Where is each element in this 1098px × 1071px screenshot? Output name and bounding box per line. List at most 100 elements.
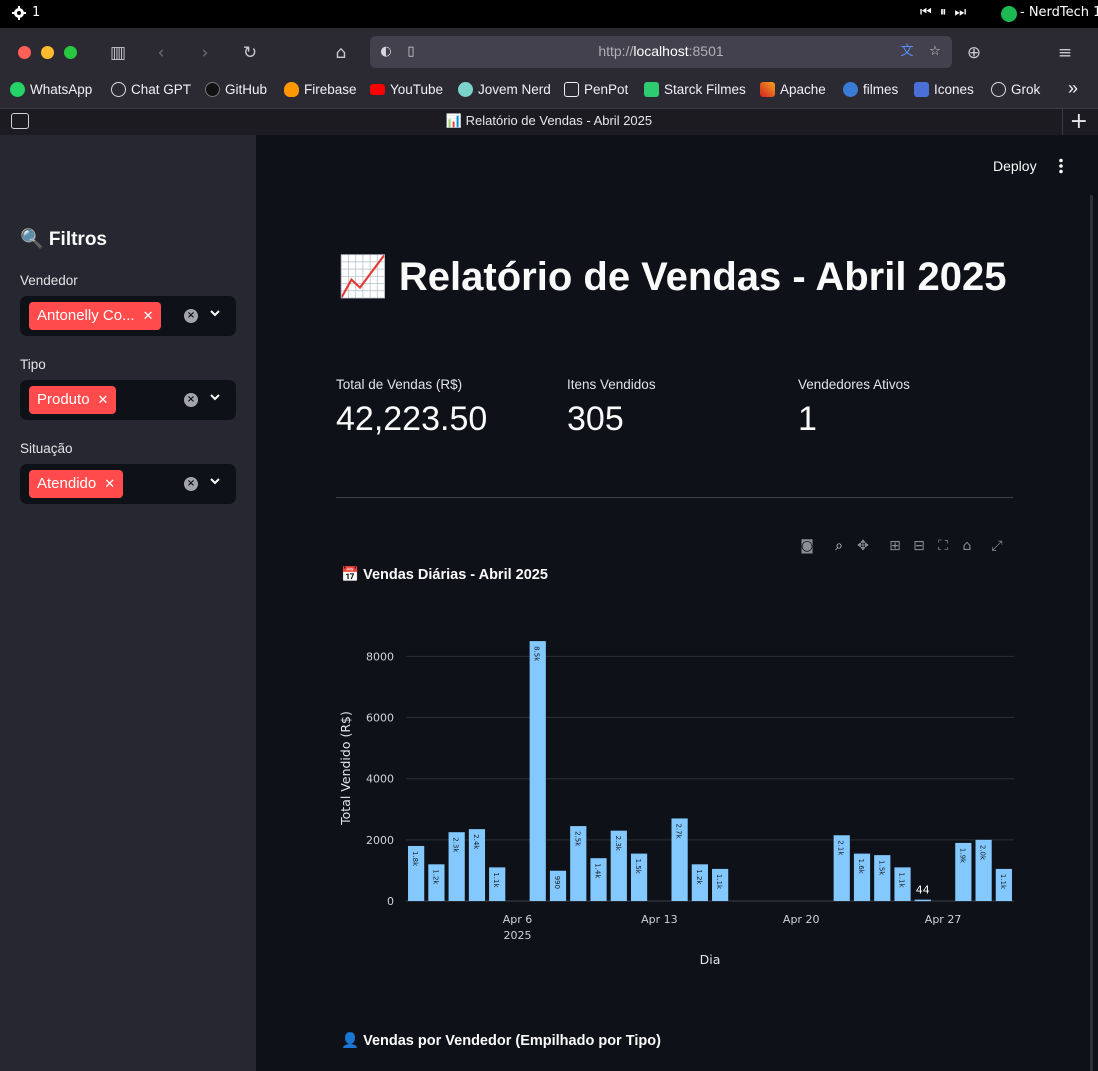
address-bar[interactable]: ◐ ▯ http://localhost:8501 文 ☆: [370, 36, 952, 68]
vendedor-chip[interactable]: Antonelly Co... ✕: [29, 302, 162, 330]
page-title: 📈 Relatório de Vendas - Abril 2025: [338, 255, 1007, 299]
metric-label: Total de Vendas (R$): [336, 377, 463, 392]
bookmark-starck-filmes[interactable]: Starck Filmes: [644, 82, 746, 97]
autoscale-icon[interactable]: ⛶: [935, 538, 951, 554]
sidebar: 🔍 Filtros Vendedor Antonelly Co... ✕ × Ti…: [0, 135, 256, 1071]
metric-value: 305: [567, 400, 624, 438]
situacao-multiselect[interactable]: Atendido ✕ ×: [20, 464, 236, 504]
clear-icon[interactable]: ×: [184, 393, 198, 407]
starck-filmes-icon: [644, 82, 659, 97]
clear-icon[interactable]: ×: [184, 477, 198, 491]
reset-axes-icon[interactable]: ⌂: [959, 538, 975, 554]
vendedor-multiselect[interactable]: Antonelly Co... ✕ ×: [20, 296, 236, 336]
bar-data-label: 1.4k: [594, 863, 602, 879]
camera-icon[interactable]: ◙: [799, 538, 815, 554]
star-icon[interactable]: ☆: [926, 43, 944, 61]
spotify-icon[interactable]: [1001, 6, 1017, 22]
situacao-chip[interactable]: Atendido ✕: [29, 470, 124, 498]
downloads-icon[interactable]: ⊕: [961, 40, 987, 66]
jovem-nerd-icon: [458, 82, 473, 97]
y-axis-label: Total Vendido (R$): [338, 711, 353, 826]
bookmarks-overflow-button[interactable]: »: [1068, 78, 1078, 99]
maximize-window-button[interactable]: [64, 46, 77, 59]
more-options-icon[interactable]: [1057, 158, 1065, 174]
youtube-icon: [370, 84, 385, 95]
metric-total-vendas: Total de Vendas (R$) 42,223.50: [336, 377, 487, 439]
bookmark-icones[interactable]: Icones: [914, 82, 974, 97]
bar-data-label: 2.5k: [573, 831, 581, 847]
firebase-icon: [284, 82, 299, 97]
zoom-in-icon[interactable]: ⊞: [887, 538, 903, 554]
bar-data-label: 1.1k: [898, 872, 906, 888]
remove-chip-icon[interactable]: ✕: [98, 392, 109, 407]
new-tab-button[interactable]: +: [1070, 109, 1088, 134]
fullscreen-icon[interactable]: ⤢: [989, 538, 1005, 554]
scrollbar[interactable]: [1090, 195, 1093, 1071]
home-button[interactable]: ⌂: [328, 40, 354, 66]
bookmark-chatgpt[interactable]: Chat GPT: [111, 82, 191, 97]
minimize-window-button[interactable]: [41, 46, 54, 59]
bar-data-label: 1.1k: [715, 874, 723, 890]
back-button[interactable]: ‹: [148, 40, 174, 66]
reload-button[interactable]: ↻: [237, 40, 263, 66]
bar-data-label: 2.3k: [614, 836, 622, 852]
active-tab[interactable]: 📊 Relatório de Vendas - Abril 2025: [0, 113, 1098, 129]
metric-vendedores-ativos: Vendedores Ativos 1: [798, 377, 910, 439]
y-tick-label: 0: [387, 895, 394, 908]
x-axis-label: Dia: [700, 952, 721, 967]
chevron-down-icon[interactable]: [208, 306, 222, 320]
x-tick-label: Apr 6: [503, 913, 533, 926]
zoom-icon[interactable]: ⌕: [831, 538, 847, 554]
sidebar-toggle-icon[interactable]: ▥: [105, 40, 131, 66]
tipo-multiselect[interactable]: Produto ✕ ×: [20, 380, 236, 420]
chart-modebar: ◙ ⌕ ✥ ⊞ ⊟ ⛶ ⌂ ⤢: [256, 538, 1098, 558]
chevron-down-icon[interactable]: [208, 474, 222, 488]
close-window-button[interactable]: [18, 46, 31, 59]
bookmark-grok[interactable]: Grok: [991, 82, 1040, 97]
menu-icon[interactable]: ≡: [1052, 40, 1078, 66]
bar-data-label: 2.3k: [452, 837, 460, 853]
y-tick-label: 2000: [366, 834, 394, 847]
bookmark-filmes[interactable]: filmes: [843, 82, 898, 97]
bookmark-youtube[interactable]: YouTube: [370, 82, 443, 97]
zoom-out-icon[interactable]: ⊟: [911, 538, 927, 554]
chatgpt-icon: [111, 82, 126, 97]
globe-icon: [843, 82, 858, 97]
filter-label-tipo: Tipo: [20, 357, 46, 372]
github-icon: [205, 82, 220, 97]
deploy-button[interactable]: Deploy: [993, 158, 1037, 174]
main-content: Deploy 📈 Relatório de Vendas - Abril 202…: [256, 135, 1098, 1071]
browser-toolbar: ▥ ‹ › ↻ ⌂ ◐ ▯ http://localhost:8501 文 ☆ …: [0, 28, 1098, 76]
bookmark-penpot[interactable]: PenPot: [564, 82, 628, 97]
bar-data-label: 2.4k: [472, 834, 480, 850]
y-tick-label: 8000: [366, 650, 394, 663]
filter-label-situacao: Situação: [20, 441, 73, 456]
gear-icon[interactable]: [12, 6, 26, 20]
pan-icon[interactable]: ✥: [855, 538, 871, 554]
bar-data-label: 44: [916, 884, 930, 897]
metric-label: Itens Vendidos: [567, 377, 656, 392]
menubar-count: 1: [32, 5, 41, 20]
tipo-chip[interactable]: Produto ✕: [29, 386, 117, 414]
section-title-vendedor: 👤 Vendas por Vendedor (Empilhado por Tip…: [341, 1033, 661, 1049]
bar-data-label: 1.2k: [431, 869, 439, 885]
metric-itens-vendidos: Itens Vendidos 305: [567, 377, 656, 439]
clear-icon[interactable]: ×: [184, 309, 198, 323]
grok-icon: [991, 82, 1006, 97]
chart-title: 📅 Vendas Diárias - Abril 2025: [341, 567, 548, 583]
translate-icon[interactable]: 文: [898, 43, 916, 61]
remove-chip-icon[interactable]: ✕: [104, 476, 115, 491]
bookmark-whatsapp[interactable]: WhatsApp: [10, 82, 92, 97]
daily-sales-chart[interactable]: 0 2000 4000 6000 8000 1.8k 1.2k 2.3k 2.4k 1.1k 8.5…: [336, 615, 1016, 975]
now-playing: - NerdTech 1: [1020, 5, 1098, 20]
remove-chip-icon[interactable]: ✕: [143, 308, 154, 323]
chevron-down-icon[interactable]: [208, 390, 222, 404]
bookmark-apache[interactable]: Apache: [760, 82, 826, 97]
forward-button[interactable]: ›: [192, 40, 218, 66]
bookmark-github[interactable]: GitHub: [205, 82, 267, 97]
bookmark-firebase[interactable]: Firebase: [284, 82, 357, 97]
bookmark-jovem-nerd[interactable]: Jovem Nerd: [458, 82, 551, 97]
metric-value: 42,223.50: [336, 400, 488, 438]
bar-data-label: 1.5k: [634, 859, 642, 875]
media-controls[interactable]: ⏮ ⏸ ⏭: [920, 5, 968, 20]
